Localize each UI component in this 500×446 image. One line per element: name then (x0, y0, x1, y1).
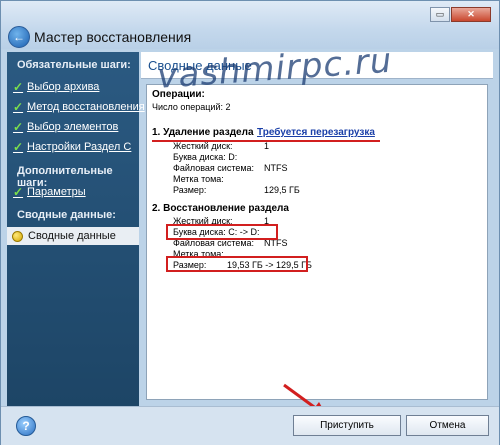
wizard-footer: ? Приступить Отмена (1, 406, 499, 445)
help-icon[interactable]: ? (16, 416, 36, 436)
cancel-button[interactable]: Отмена (406, 415, 489, 436)
annotation-arrow-icon (283, 383, 327, 416)
restore-wizard-window: ▭ ✕ ← Мастер восстановления Обязательные… (0, 0, 500, 445)
proceed-button[interactable]: Приступить (293, 415, 401, 436)
